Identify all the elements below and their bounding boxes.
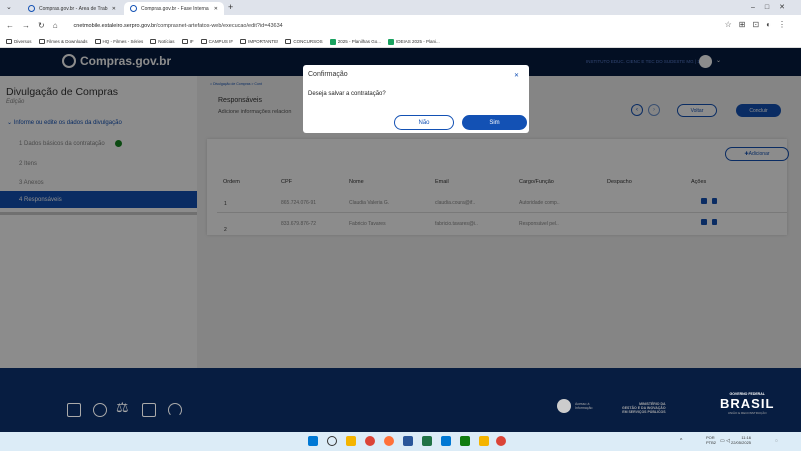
file-explorer-icon[interactable] (346, 436, 356, 446)
coin-icon[interactable] (93, 403, 107, 417)
bookmarks-bar: Diversos Filmes & Downloads HQ - Filmes … (0, 36, 801, 48)
word-icon[interactable] (403, 436, 413, 446)
input-language[interactable]: POR PTB2 (706, 435, 716, 445)
bookmark-filmes[interactable]: Filmes & Downloads (38, 39, 88, 44)
tab-search-icon[interactable]: ⌄ (6, 3, 12, 11)
mail-icon[interactable] (441, 436, 451, 446)
acesso-informacao-logo[interactable]: Acesso à Informação (557, 399, 593, 413)
system-clock[interactable]: 11:16 22/05/2025 (731, 435, 751, 445)
toolbar-right-icons[interactable]: ☆⊞⊡◐⋮ (725, 20, 793, 29)
tab-fase-interna[interactable]: Compras.gov.br - Fase Interna ✕ (124, 2, 224, 15)
browser-toolbar: ←→↻⌂ cnetmobile.estaleiro.serpro.gov.br/… (0, 15, 801, 36)
info-icon (557, 399, 571, 413)
no-button[interactable]: Não (394, 115, 454, 130)
headset-icon[interactable] (168, 403, 182, 417)
close-icon[interactable]: ✕ (514, 72, 519, 79)
excel-icon[interactable] (422, 436, 432, 446)
scales-icon[interactable]: ⚖ (116, 399, 130, 415)
notification-icon[interactable]: ◌ (775, 438, 778, 444)
governo-federal-logo: GOVERNO FEDERAL BRASIL UNIÃO E RECONSTRU… (720, 392, 775, 415)
chrome-icon[interactable] (365, 436, 375, 446)
close-tab-icon[interactable]: ✕ (112, 6, 116, 12)
id-card-icon[interactable] (142, 403, 156, 417)
dialog-title: Confirmação (308, 71, 348, 78)
ministerio-logo: MINISTÉRIO DA GESTÃO E DA INOVAÇÃO EM SE… (622, 402, 666, 414)
browser-tab-bar: ⌄ Compras.gov.br - Área de Trab ✕ Compra… (0, 0, 801, 15)
folder-icon (285, 39, 292, 44)
bookmark-hq[interactable]: HQ - Filmes - Séries (94, 39, 143, 44)
tab-label: Compras.gov.br - Fase Interna (141, 5, 209, 12)
site-footer: ⚖ Acesso à Informação MINISTÉRIO DA GESTÃ… (0, 368, 801, 432)
sheets-app-icon[interactable] (460, 436, 470, 446)
compras-favicon-icon (28, 5, 35, 12)
yes-button[interactable]: Sim (462, 115, 527, 130)
navigation-icons[interactable]: ←→↻⌂ (6, 21, 66, 30)
url-path: /comprasnet-artefatos-web/execucao/edit?… (156, 22, 283, 29)
network-sound-icon[interactable]: ▭ ◁ (720, 438, 730, 444)
tray-chevron-icon[interactable]: ^ (680, 438, 682, 444)
confirmation-dialog: Confirmação ✕ Deseja salvar a contrataçã… (303, 65, 529, 133)
bookmark-campus-if[interactable]: CAMPUS IF (200, 39, 233, 44)
folder-icon (6, 39, 12, 44)
url-host: cnetmobile.estaleiro.serpro.gov.br (73, 22, 156, 29)
folder-icon (94, 39, 101, 44)
folder-icon (240, 39, 247, 44)
new-tab-icon[interactable]: + (228, 2, 233, 12)
bookmark-diversos[interactable]: Diversos (6, 39, 32, 44)
document-icon[interactable] (67, 403, 81, 417)
windows-taskbar: ^ POR PTB2 ▭ ◁ 11:16 22/05/2025 ◌ (0, 432, 801, 451)
tab-area-trabalho[interactable]: Compras.gov.br - Área de Trab ✕ (22, 2, 122, 15)
search-icon[interactable] (327, 436, 337, 446)
sheets-icon (329, 38, 336, 45)
close-tab-icon[interactable]: ✕ (214, 6, 218, 12)
chrome-alt-icon[interactable] (496, 436, 506, 446)
tab-label: Compras.gov.br - Área de Trab (39, 5, 108, 12)
firefox-icon[interactable] (384, 436, 394, 446)
bookmark-importante[interactable]: IMPORTANTE! (240, 39, 278, 44)
compras-favicon-icon (130, 5, 137, 12)
folder-icon (150, 39, 157, 44)
notes-icon[interactable] (479, 436, 489, 446)
folder-icon (181, 39, 188, 44)
bookmark-ideias[interactable]: IDEIAS 2025 - Plani... (387, 38, 440, 45)
dialog-message: Deseja salvar a contratação? (308, 91, 386, 97)
windows-start-icon[interactable] (308, 436, 318, 446)
sheets-icon (387, 38, 394, 45)
window-controls[interactable]: –□✕ (751, 3, 795, 11)
bookmark-concursos[interactable]: CONCURSOS (285, 39, 323, 44)
address-bar[interactable]: cnetmobile.estaleiro.serpro.gov.br/compr… (74, 23, 283, 29)
folder-icon (200, 39, 207, 44)
bookmark-noticias[interactable]: Notícias (150, 39, 175, 44)
bookmark-planilhas[interactable]: 2025 - Planilhas Go... (329, 38, 381, 45)
bookmark-if[interactable]: IF (181, 39, 194, 44)
folder-icon (38, 39, 45, 44)
